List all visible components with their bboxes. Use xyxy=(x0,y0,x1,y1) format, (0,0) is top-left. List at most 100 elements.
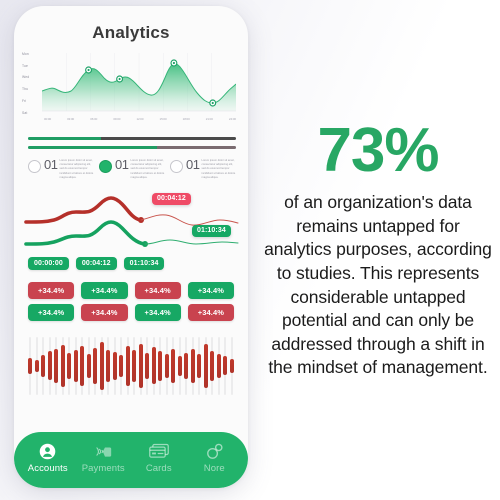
timestamp-chip[interactable]: 00:00:00 xyxy=(28,256,69,270)
two-circles-icon xyxy=(205,443,224,460)
nav-item-cards[interactable]: Cards xyxy=(133,443,185,474)
x-tick: 03:00 xyxy=(67,117,75,121)
waveform-bar xyxy=(34,336,39,395)
nav-label: Payments xyxy=(81,462,125,474)
waveform-bar xyxy=(138,336,143,395)
status-badge: +34.4% xyxy=(187,303,234,321)
item-number: 01 xyxy=(115,157,129,172)
waveform-bar xyxy=(67,336,72,395)
nav-item-accounts[interactable]: Accounts xyxy=(22,443,74,474)
status-badge: +34.4% xyxy=(28,281,75,299)
status-badge: +34.4% xyxy=(134,281,181,299)
waveform-bar xyxy=(223,336,228,395)
radio-icon[interactable] xyxy=(170,160,183,173)
timeline-chart: 00:04:12 01:10:34 xyxy=(24,192,240,254)
x-tick: 00:00 xyxy=(44,117,52,121)
waveform-bar xyxy=(203,336,208,395)
timeline-badge-red: 00:04:12 xyxy=(152,192,191,205)
item-description: Lorem ipsum dolor sit amet, consectetur … xyxy=(201,159,236,179)
waveform-bar xyxy=(93,336,98,395)
radio-icon[interactable] xyxy=(99,160,112,173)
waveform-bar xyxy=(80,336,85,395)
waveform-bar xyxy=(41,336,46,395)
y-tick: Tue xyxy=(22,63,29,68)
waveform-bar xyxy=(151,336,156,395)
percent-badge-grid: +34.4% +34.4% +34.4% +34.4% +34.4% +34.4… xyxy=(28,281,234,321)
waveform-bar xyxy=(73,336,78,395)
nav-label: Accounts xyxy=(27,462,68,474)
waveform-bar xyxy=(177,336,182,395)
stat-description: of an organization's data remains untapp… xyxy=(264,192,492,378)
waveform-bar-chart xyxy=(28,335,234,397)
x-tick: 09:00 xyxy=(113,117,121,121)
status-badge: +34.4% xyxy=(28,303,75,321)
timestamp-chip[interactable]: 00:04:12 xyxy=(75,256,117,270)
list-item[interactable]: 01 Lorem ipsum dolor sit amet, consectet… xyxy=(170,158,236,180)
item-number: 01 xyxy=(44,157,58,172)
waveform-bar xyxy=(99,336,104,395)
x-tick: 18:00 xyxy=(182,117,190,121)
item-description: Lorem ipsum dolor sit amet, consectetur … xyxy=(59,159,94,179)
statistic-callout: 73% of an organization's data remains un… xyxy=(256,0,500,500)
waveform-bar xyxy=(210,336,215,395)
area-chart-x-axis: 00:00 03:00 06:00 09:00 12:00 15:00 18:0… xyxy=(44,117,236,121)
waveform-bar xyxy=(216,336,221,395)
y-tick: Mon xyxy=(22,52,29,56)
status-badge: +34.4% xyxy=(134,303,181,321)
radio-icon[interactable] xyxy=(28,160,41,173)
contactless-payment-icon xyxy=(94,443,113,460)
area-chart: Mon Tue Wed Thu Fri Sat 00:00 03:00 06:0… xyxy=(22,52,238,131)
progress-bar[interactable] xyxy=(28,137,236,140)
status-badge: +34.4% xyxy=(187,281,234,299)
phone-mockup: Analytics Mon Tue Wed Thu Fri Sat 00:00 … xyxy=(14,6,248,488)
waveform-bar xyxy=(112,336,117,395)
waveform-bar xyxy=(184,336,189,395)
x-tick: 06:00 xyxy=(90,117,98,121)
waveform-bar xyxy=(54,336,59,395)
area-chart-plot xyxy=(42,53,236,115)
y-tick: Thu xyxy=(22,87,29,92)
timestamp-chip[interactable]: 01:10:34 xyxy=(123,256,165,270)
waveform-bar xyxy=(86,336,91,395)
y-tick: Sat xyxy=(22,110,28,115)
y-tick: Fri xyxy=(22,98,27,103)
waveform-bar xyxy=(158,336,163,395)
progress-bars xyxy=(28,137,236,149)
waveform-bar xyxy=(229,336,234,395)
waveform-bar xyxy=(132,336,137,395)
waveform-bar xyxy=(47,336,52,395)
list-item[interactable]: 01 Lorem ipsum dolor sit amet, consectet… xyxy=(28,158,94,180)
status-badge: +34.4% xyxy=(81,281,128,299)
y-tick: Wed xyxy=(22,75,30,80)
x-tick: 24:00 xyxy=(228,117,236,121)
nav-label: Cards xyxy=(145,462,172,474)
credit-card-icon xyxy=(148,443,169,460)
item-description: Lorem ipsum dolor sit amet, consectetur … xyxy=(130,159,165,179)
person-icon xyxy=(39,443,56,460)
nav-item-payments[interactable]: Payments xyxy=(77,443,129,474)
status-badge: +34.4% xyxy=(81,303,128,321)
nav-label: Nore xyxy=(203,462,225,474)
waveform-bar xyxy=(164,336,169,395)
waveform-bar xyxy=(197,336,202,395)
page-title: Analytics xyxy=(92,23,170,42)
waveform-bar xyxy=(119,336,124,395)
waveform-bar xyxy=(145,336,150,395)
progress-bar[interactable] xyxy=(28,146,236,149)
numbered-item-list: 01 Lorem ipsum dolor sit amet, consectet… xyxy=(28,158,236,180)
list-item[interactable]: 01 Lorem ipsum dolor sit amet, consectet… xyxy=(99,158,165,180)
waveform-bar xyxy=(125,336,130,395)
waveform-bar xyxy=(171,336,176,395)
waveform-bar xyxy=(106,336,111,395)
waveform-bar xyxy=(60,336,65,395)
item-number: 01 xyxy=(186,157,200,172)
bottom-navigation: Accounts Payments Cards Nore xyxy=(14,432,248,488)
nav-item-nore[interactable]: Nore xyxy=(188,443,240,474)
stat-number: 73% xyxy=(317,116,439,185)
x-tick: 12:00 xyxy=(136,117,144,121)
area-chart-y-axis: Mon Tue Wed Thu Fri Sat xyxy=(22,52,40,115)
waveform-bar xyxy=(28,336,32,395)
timeline-badge-green: 01:10:34 xyxy=(192,224,231,237)
timestamp-chips: 00:00:00 00:04:12 01:10:34 xyxy=(28,256,248,270)
waveform-bar xyxy=(190,336,195,395)
